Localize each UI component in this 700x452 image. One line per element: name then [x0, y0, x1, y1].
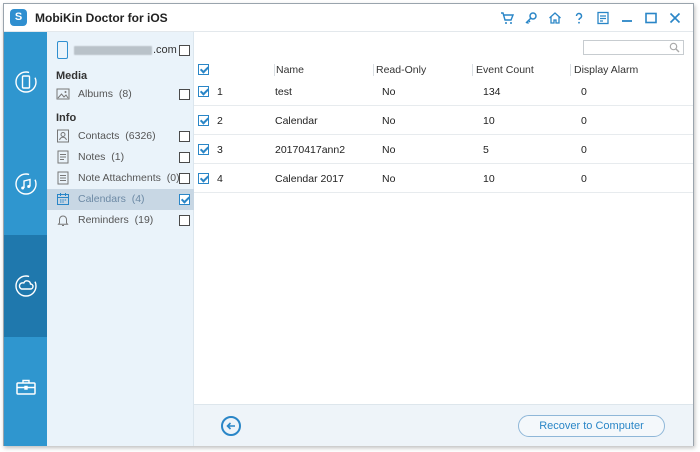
row-display-alarm: 0 — [581, 86, 587, 98]
row-display-alarm: 0 — [581, 173, 587, 185]
media-section-title: Media — [56, 70, 88, 82]
table-header: Name Read-Only Event Count Display Alarm — [194, 62, 693, 77]
album-icon — [56, 88, 70, 100]
table-row[interactable]: 4 Calendar 2017 No 10 0 — [194, 164, 693, 193]
row-event-count: 10 — [483, 115, 495, 127]
column-header-display-alarm[interactable]: Display Alarm — [574, 64, 638, 76]
row-checkbox[interactable] — [198, 173, 209, 184]
row-name: 20170417ann2 — [275, 144, 346, 156]
column-divider — [570, 64, 571, 76]
arrow-left-icon — [226, 422, 235, 430]
row-event-count: 10 — [483, 173, 495, 185]
sidebar-item-label: Notes (1) — [78, 151, 125, 163]
row-event-count: 134 — [483, 86, 501, 98]
app-logo-icon: S — [10, 9, 27, 26]
row-name: Calendar 2017 — [275, 173, 344, 185]
row-read-only: No — [382, 86, 396, 98]
column-header-read-only[interactable]: Read-Only — [376, 64, 426, 76]
reminders-checkbox[interactable] — [179, 215, 190, 226]
app-window: S MobiKin Doctor for iOS .com Media Albu… — [3, 3, 694, 446]
calendars-checkbox[interactable] — [179, 194, 190, 205]
sidebar-item-label: Note Attachments (0) — [78, 172, 180, 184]
sidebar-item-label: Reminders (19) — [78, 214, 154, 226]
phone-icon — [57, 41, 68, 59]
home-icon[interactable] — [543, 10, 567, 26]
row-read-only: No — [382, 144, 396, 156]
mode-rail — [4, 32, 47, 446]
device-name: .com — [74, 44, 177, 56]
row-checkbox[interactable] — [198, 115, 209, 126]
bell-icon — [57, 215, 69, 226]
row-display-alarm: 0 — [581, 115, 587, 127]
maximize-icon[interactable] — [639, 10, 663, 26]
sidebar-item-label: Contacts (6326) — [78, 130, 156, 142]
note-attachments-icon — [57, 171, 69, 185]
help-icon[interactable] — [567, 10, 591, 26]
cart-icon[interactable] — [495, 10, 519, 26]
sidebar-item-label: Calendars (4) — [78, 193, 145, 205]
device-name-redacted — [74, 45, 152, 55]
title-bar: S MobiKin Doctor for iOS — [4, 4, 693, 32]
sidebar-item-notes[interactable]: Notes (1) — [47, 147, 194, 168]
row-index: 2 — [217, 115, 223, 127]
key-icon[interactable] — [519, 10, 543, 26]
calendar-icon — [57, 193, 69, 205]
sidebar-item-reminders[interactable]: Reminders (19) — [47, 210, 194, 231]
sidebar-item-albums[interactable]: Albums (8) — [47, 84, 194, 105]
column-divider — [373, 64, 374, 76]
sidebar-item-contacts[interactable]: Contacts (6326) — [47, 126, 194, 147]
row-index: 1 — [217, 86, 223, 98]
notes-icon — [57, 150, 69, 164]
row-display-alarm: 0 — [581, 144, 587, 156]
column-divider — [274, 64, 275, 76]
category-panel: .com Media Albums (8) Info Contacts (632… — [47, 32, 194, 446]
table-row[interactable]: 1 test No 134 0 — [194, 77, 693, 106]
recover-from-device-icon[interactable] — [4, 32, 47, 132]
select-all-checkbox[interactable] — [198, 64, 209, 75]
contacts-icon — [57, 129, 69, 143]
column-divider — [472, 64, 473, 76]
row-name: test — [275, 86, 292, 98]
row-event-count: 5 — [483, 144, 489, 156]
info-section-title: Info — [56, 112, 77, 124]
title-bar-icons — [495, 10, 687, 26]
row-name: Calendar — [275, 115, 318, 127]
note-attachments-checkbox[interactable] — [179, 173, 190, 184]
back-button[interactable] — [221, 416, 241, 436]
sidebar-item-note-attachments[interactable]: Note Attachments (0) — [47, 168, 194, 189]
main-panel: Name Read-Only Event Count Display Alarm… — [194, 32, 693, 446]
row-checkbox[interactable] — [198, 144, 209, 155]
toolkit-icon[interactable] — [4, 337, 47, 437]
device-checkbox[interactable] — [179, 45, 190, 56]
feedback-icon[interactable] — [591, 10, 615, 26]
row-checkbox[interactable] — [198, 86, 209, 97]
row-index: 4 — [217, 173, 223, 185]
albums-checkbox[interactable] — [179, 89, 190, 100]
column-header-name[interactable]: Name — [276, 64, 304, 76]
row-read-only: No — [382, 173, 396, 185]
recover-from-icloud-icon[interactable] — [4, 235, 47, 337]
search-icon[interactable] — [669, 42, 680, 53]
row-index: 3 — [217, 144, 223, 156]
close-icon[interactable] — [663, 10, 687, 26]
device-row[interactable]: .com — [47, 40, 194, 62]
recover-to-computer-button[interactable]: Recover to Computer — [518, 415, 665, 437]
app-title: MobiKin Doctor for iOS — [35, 11, 168, 25]
sidebar-item-calendars[interactable]: Calendars (4) — [47, 189, 194, 210]
row-read-only: No — [382, 115, 396, 127]
sidebar-item-label: Albums (8) — [78, 88, 132, 100]
footer-bar: Recover to Computer — [194, 404, 693, 446]
minimize-icon[interactable] — [615, 10, 639, 26]
table-row[interactable]: 3 20170417ann2 No 5 0 — [194, 135, 693, 164]
recover-from-itunes-icon[interactable] — [4, 132, 47, 235]
contacts-checkbox[interactable] — [179, 131, 190, 142]
search-input[interactable] — [583, 40, 684, 55]
notes-checkbox[interactable] — [179, 152, 190, 163]
column-header-event-count[interactable]: Event Count — [476, 64, 534, 76]
table-row[interactable]: 2 Calendar No 10 0 — [194, 106, 693, 135]
